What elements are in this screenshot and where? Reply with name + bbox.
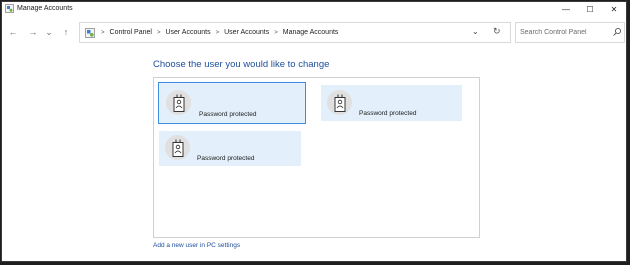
account-status-label: Password protected [359, 110, 417, 117]
user-badge-icon [334, 94, 345, 112]
breadcrumb-separator: > [101, 29, 105, 36]
accounts-panel: Password protected Password protected Pa… [153, 77, 480, 238]
refresh-icon[interactable]: ↻ [493, 26, 501, 37]
add-new-user-link[interactable]: Add a new user in PC settings [153, 242, 240, 249]
search-box[interactable] [515, 22, 625, 43]
breadcrumb-separator: > [215, 29, 220, 36]
back-button[interactable]: ← [7, 26, 19, 38]
avatar [166, 90, 191, 115]
user-badge-icon [172, 139, 183, 157]
recent-locations-button[interactable]: ⌄ [43, 26, 55, 38]
account-tile-2[interactable]: Password protected [321, 85, 462, 121]
minimize-button[interactable]: — [554, 2, 578, 16]
control-panel-icon [5, 4, 14, 13]
breadcrumb-user-accounts[interactable]: User Accounts [165, 29, 210, 36]
title-bar: Manage Accounts — ☐ ✕ [2, 2, 626, 16]
close-button[interactable]: ✕ [602, 2, 626, 16]
breadcrumb-separator: > [156, 29, 161, 36]
address-bar[interactable]: > Control Panel > User Accounts > User A… [79, 22, 511, 43]
avatar [327, 90, 352, 115]
up-button[interactable]: ↑ [60, 26, 72, 38]
window-controls: — ☐ ✕ [554, 2, 626, 16]
address-dropdown-chevron-icon[interactable]: ⌄ [472, 27, 479, 36]
breadcrumb-separator: > [274, 29, 278, 36]
search-input[interactable] [520, 26, 608, 39]
account-tile-1[interactable]: Password protected [158, 82, 306, 124]
control-panel-icon [85, 28, 95, 38]
breadcrumb: > Control Panel > User Accounts > User A… [96, 23, 338, 42]
search-icon [613, 27, 622, 36]
navigation-bar: ← → ⌄ ↑ > Control Panel > User Accounts … [2, 20, 626, 44]
page-heading: Choose the user you would like to change [153, 59, 330, 70]
user-badge-icon [173, 94, 184, 112]
account-status-label: Password protected [199, 111, 257, 118]
breadcrumb-control-panel[interactable]: Control Panel [110, 29, 152, 36]
breadcrumb-user-accounts-sub[interactable]: User Accounts [224, 29, 269, 36]
account-status-label: Password protected [197, 155, 255, 162]
maximize-button[interactable]: ☐ [578, 2, 602, 16]
window-title: Manage Accounts [17, 5, 73, 12]
forward-button[interactable]: → [27, 26, 39, 38]
avatar [165, 135, 190, 160]
manage-accounts-window: Manage Accounts — ☐ ✕ ← → ⌄ ↑ > Control … [1, 1, 627, 262]
breadcrumb-manage-accounts[interactable]: Manage Accounts [283, 29, 339, 36]
account-tile-3[interactable]: Password protected [159, 131, 301, 166]
